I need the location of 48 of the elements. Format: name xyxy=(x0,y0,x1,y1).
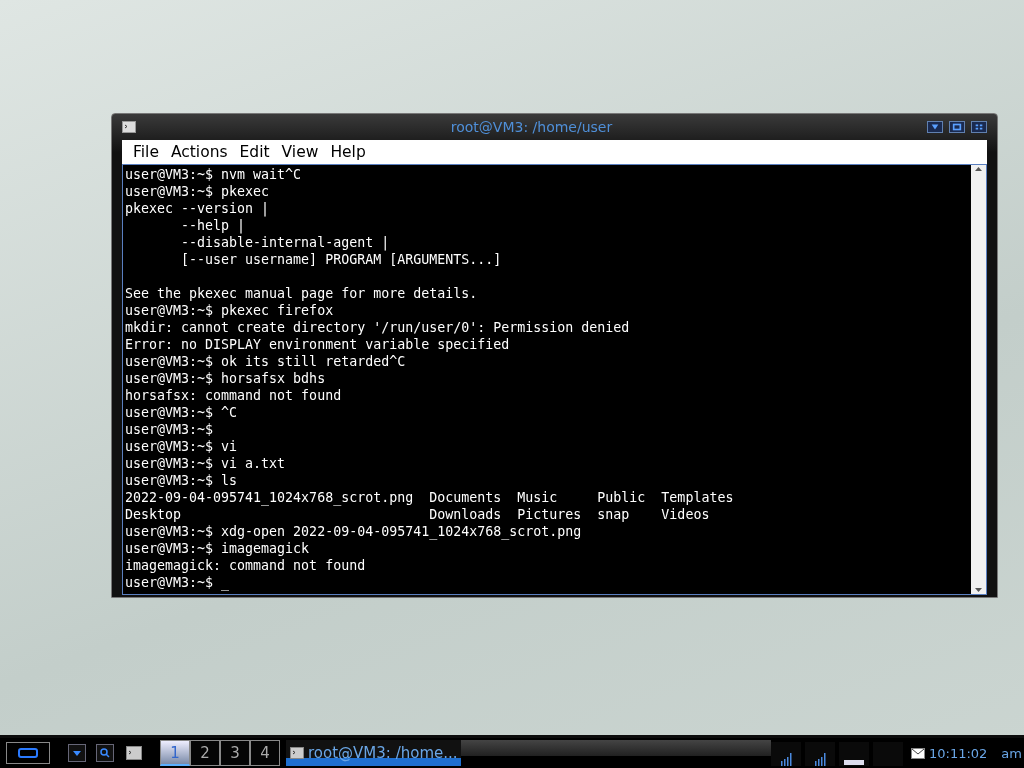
terminal-line: user@VM3:~$ vi a.txt xyxy=(125,455,287,472)
signal-icon xyxy=(813,752,826,766)
terminal-line: --help | xyxy=(180,217,247,234)
terminal-line: user@VM3:~$ vi xyxy=(125,438,239,455)
menu-item[interactable]: Actions xyxy=(165,143,233,161)
terminal-line: --disable-internal-agent | xyxy=(180,234,391,251)
terminal-line: imagemagick: command not found xyxy=(125,557,367,574)
taskbar-task[interactable]: root@VM3: /home... xyxy=(286,740,461,766)
terminal-line: pkexec --version | xyxy=(125,200,271,217)
terminal-line: user@VM3:~$ xyxy=(125,421,215,438)
scrollbar[interactable] xyxy=(971,165,986,594)
launcher-button[interactable] xyxy=(6,742,50,764)
mail-icon[interactable] xyxy=(910,748,925,759)
terminal-line: user@VM3:~$ pkexec firefox xyxy=(125,302,335,319)
terminal-line: user@VM3:~$ pkexec xyxy=(125,183,271,200)
terminal-line: Desktop Downloads Pictures snap Videos xyxy=(125,506,711,523)
terminal-line: user@VM3:~$ nvm wait^C xyxy=(125,166,303,183)
minimize-button[interactable] xyxy=(927,121,943,133)
close-button[interactable] xyxy=(971,121,987,133)
terminal-line: user@VM3:~$ xdg-open 2022-09-04-095741_1024x768_scrot.png xyxy=(125,523,583,540)
bar-meter-icon xyxy=(843,760,864,766)
terminal-line: user@VM3:~$ imagemagick xyxy=(125,540,311,557)
terminal-line: 2022-09-04-095741_1024x768_scrot.png Documents Music Public Templates xyxy=(125,489,735,506)
maximize-button[interactable] xyxy=(949,121,965,133)
terminal-line: horsafsx: command not found xyxy=(125,387,343,404)
clock[interactable]: 10:11:02 am xyxy=(928,745,1024,761)
terminal-line: mkdir: cannot create directory '/run/user/0': Permission denied xyxy=(125,319,631,336)
menu-item[interactable]: View xyxy=(276,143,324,161)
terminal-line: user@VM3:~$ ls xyxy=(125,472,239,489)
menu-item[interactable]: Edit xyxy=(234,143,275,161)
window-title: root@VM3: /home/user xyxy=(449,119,614,135)
workspace-tab[interactable]: 4 xyxy=(250,740,280,766)
terminal-line: Error: no DISPLAY environment variable specified xyxy=(125,336,511,353)
dropdown-button[interactable] xyxy=(68,744,86,762)
terminal-line: user@VM3:~$ horsafsx bdhs xyxy=(125,370,327,387)
workspace-tab[interactable]: 2 xyxy=(190,740,220,766)
terminal-icon xyxy=(290,747,304,759)
terminal-line: See the pkexec manual page for more details. xyxy=(125,285,479,302)
menu-item[interactable]: File xyxy=(128,143,164,161)
terminal-line: [--user username] PROGRAM [ARGUMENTS...] xyxy=(180,251,503,268)
terminal-line: user@VM3:~$ ^C xyxy=(125,404,239,421)
scroll-down-icon[interactable] xyxy=(974,586,983,594)
terminal-line: user@VM3:~$ _ xyxy=(125,574,231,591)
workspace-tab[interactable]: 3 xyxy=(220,740,250,766)
menu-item[interactable]: Help xyxy=(325,143,371,161)
search-button[interactable] xyxy=(96,744,114,762)
terminal-line: user@VM3:~$ ok its still retarded^C xyxy=(125,353,407,370)
signal-icon xyxy=(779,752,792,766)
